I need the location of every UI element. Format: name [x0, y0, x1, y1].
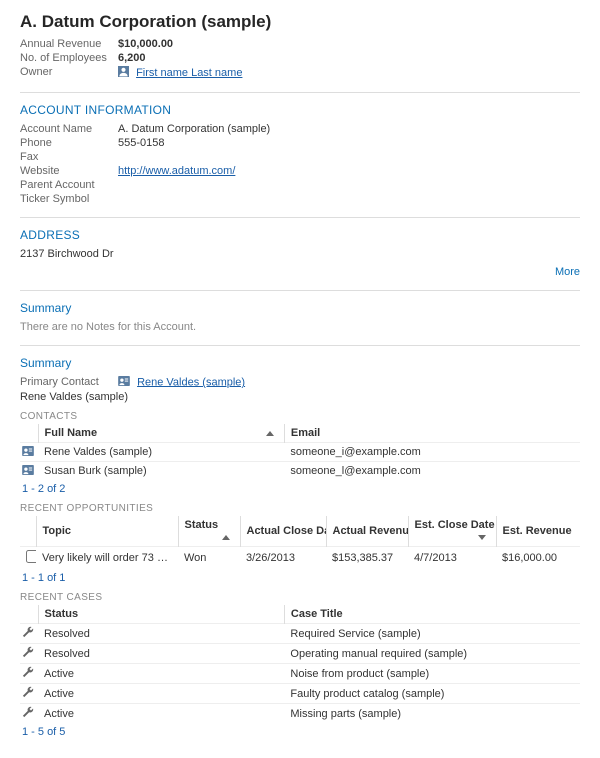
summary-main-header: Summary [20, 356, 580, 370]
cases-col-title[interactable]: Case Title [284, 605, 580, 624]
case-title: Operating manual required (sample) [284, 644, 580, 664]
account-name-value: A. Datum Corporation (sample) [118, 123, 270, 135]
primary-contact-label: Primary Contact [20, 376, 118, 389]
contact-email: someone_l@example.com [284, 462, 580, 481]
owner-label: Owner [20, 66, 118, 80]
case-title: Noise from product (sample) [284, 664, 580, 684]
contact-name: Susan Burk (sample) [38, 462, 284, 481]
opp-actual-rev: $153,385.37 [326, 547, 408, 570]
notes-empty-text: There are no Notes for this Account. [20, 321, 580, 333]
sort-asc-icon [222, 535, 230, 540]
contacts-col-email[interactable]: Email [284, 424, 580, 443]
wrench-icon [22, 669, 34, 681]
opp-col-est-close[interactable]: Est. Close Date [408, 516, 496, 547]
opportunities-pager[interactable]: 1 - 1 of 1 [22, 572, 580, 584]
contact-card-icon [22, 466, 34, 478]
table-row[interactable]: Susan Burk (sample)someone_l@example.com [20, 462, 580, 481]
cases-pager[interactable]: 1 - 5 of 5 [22, 726, 580, 738]
opp-checkbox[interactable] [26, 550, 36, 563]
wrench-icon [22, 649, 34, 661]
table-row[interactable]: ActiveMissing parts (sample) [20, 704, 580, 724]
website-label: Website [20, 165, 118, 177]
wrench-icon [22, 629, 34, 641]
owner-row: Owner First name Last name [20, 66, 580, 80]
opp-status: Won [178, 547, 240, 570]
phone-value: 555-0158 [118, 137, 165, 149]
employees-row: No. of Employees 6,200 [20, 52, 580, 64]
opp-col-est-rev[interactable]: Est. Revenue [496, 516, 580, 547]
table-row[interactable]: Rene Valdes (sample)someone_i@example.co… [20, 443, 580, 462]
account-info-header: ACCOUNT INFORMATION [20, 103, 580, 117]
address-more-link[interactable]: More [555, 266, 580, 278]
annual-revenue-value: $10,000.00 [118, 38, 173, 50]
divider [20, 92, 580, 93]
contact-email: someone_i@example.com [284, 443, 580, 462]
cases-col-status[interactable]: Status [38, 605, 284, 624]
table-row[interactable]: ResolvedOperating manual required (sampl… [20, 644, 580, 664]
summary-notes-header: Summary [20, 301, 580, 315]
page-title: A. Datum Corporation (sample) [20, 12, 580, 32]
case-title: Missing parts (sample) [284, 704, 580, 724]
person-icon [118, 66, 129, 80]
case-status: Active [38, 684, 284, 704]
opp-est-rev: $16,000.00 [496, 547, 580, 570]
primary-contact-row: Primary Contact Rene Valdes (sample) [20, 376, 580, 389]
opp-actual-close: 3/26/2013 [240, 547, 326, 570]
opp-est-close: 4/7/2013 [408, 547, 496, 570]
case-status: Resolved [38, 644, 284, 664]
contacts-col-fullname[interactable]: Full Name [38, 424, 284, 443]
case-title: Faulty product catalog (sample) [284, 684, 580, 704]
primary-contact-link[interactable]: Rene Valdes (sample) [137, 376, 245, 388]
opp-topic: Very likely will order 73 Produc… [36, 547, 178, 570]
cases-header: RECENT CASES [20, 592, 580, 603]
opp-col-actual-close[interactable]: Actual Close Date [240, 516, 326, 547]
primary-contact-name: Rene Valdes (sample) [20, 391, 580, 403]
case-status: Resolved [38, 624, 284, 644]
divider [20, 345, 580, 346]
divider [20, 217, 580, 218]
fax-label: Fax [20, 151, 118, 163]
contacts-header: CONTACTS [20, 411, 580, 422]
cases-table: Status Case Title ResolvedRequired Servi… [20, 605, 580, 723]
opp-col-status[interactable]: Status [178, 516, 240, 547]
ticker-label: Ticker Symbol [20, 193, 118, 205]
table-row[interactable]: ActiveNoise from product (sample) [20, 664, 580, 684]
wrench-icon [22, 709, 34, 721]
opportunities-header: RECENT OPPORTUNITIES [20, 503, 580, 514]
divider [20, 290, 580, 291]
case-status: Active [38, 664, 284, 684]
opp-col-topic[interactable]: Topic [36, 516, 178, 547]
address-header: ADDRESS [20, 228, 580, 242]
account-name-label: Account Name [20, 123, 118, 135]
contact-name: Rene Valdes (sample) [38, 443, 284, 462]
annual-revenue-label: Annual Revenue [20, 38, 118, 50]
sort-asc-icon [266, 431, 274, 436]
parent-account-label: Parent Account [20, 179, 118, 191]
sort-desc-icon [478, 535, 486, 540]
case-title: Required Service (sample) [284, 624, 580, 644]
contacts-pager[interactable]: 1 - 2 of 2 [22, 483, 580, 495]
opp-col-actual-rev[interactable]: Actual Revenue [326, 516, 408, 547]
employees-label: No. of Employees [20, 52, 118, 64]
phone-label: Phone [20, 137, 118, 149]
contact-card-icon [118, 376, 130, 389]
opportunities-table: Topic Status Actual Close Date Actual Re… [20, 516, 580, 569]
table-row[interactable]: ActiveFaulty product catalog (sample) [20, 684, 580, 704]
contacts-table: Full Name Email Rene Valdes (sample)some… [20, 424, 580, 480]
annual-revenue-row: Annual Revenue $10,000.00 [20, 38, 580, 50]
table-row[interactable]: Very likely will order 73 Produc…Won3/26… [20, 547, 580, 570]
contact-card-icon [22, 447, 34, 459]
owner-link[interactable]: First name Last name [136, 67, 242, 79]
website-link[interactable]: http://www.adatum.com/ [118, 165, 235, 177]
employees-value: 6,200 [118, 52, 146, 64]
wrench-icon [22, 689, 34, 701]
table-row[interactable]: ResolvedRequired Service (sample) [20, 624, 580, 644]
address-line1: 2137 Birchwood Dr [20, 248, 580, 260]
case-status: Active [38, 704, 284, 724]
